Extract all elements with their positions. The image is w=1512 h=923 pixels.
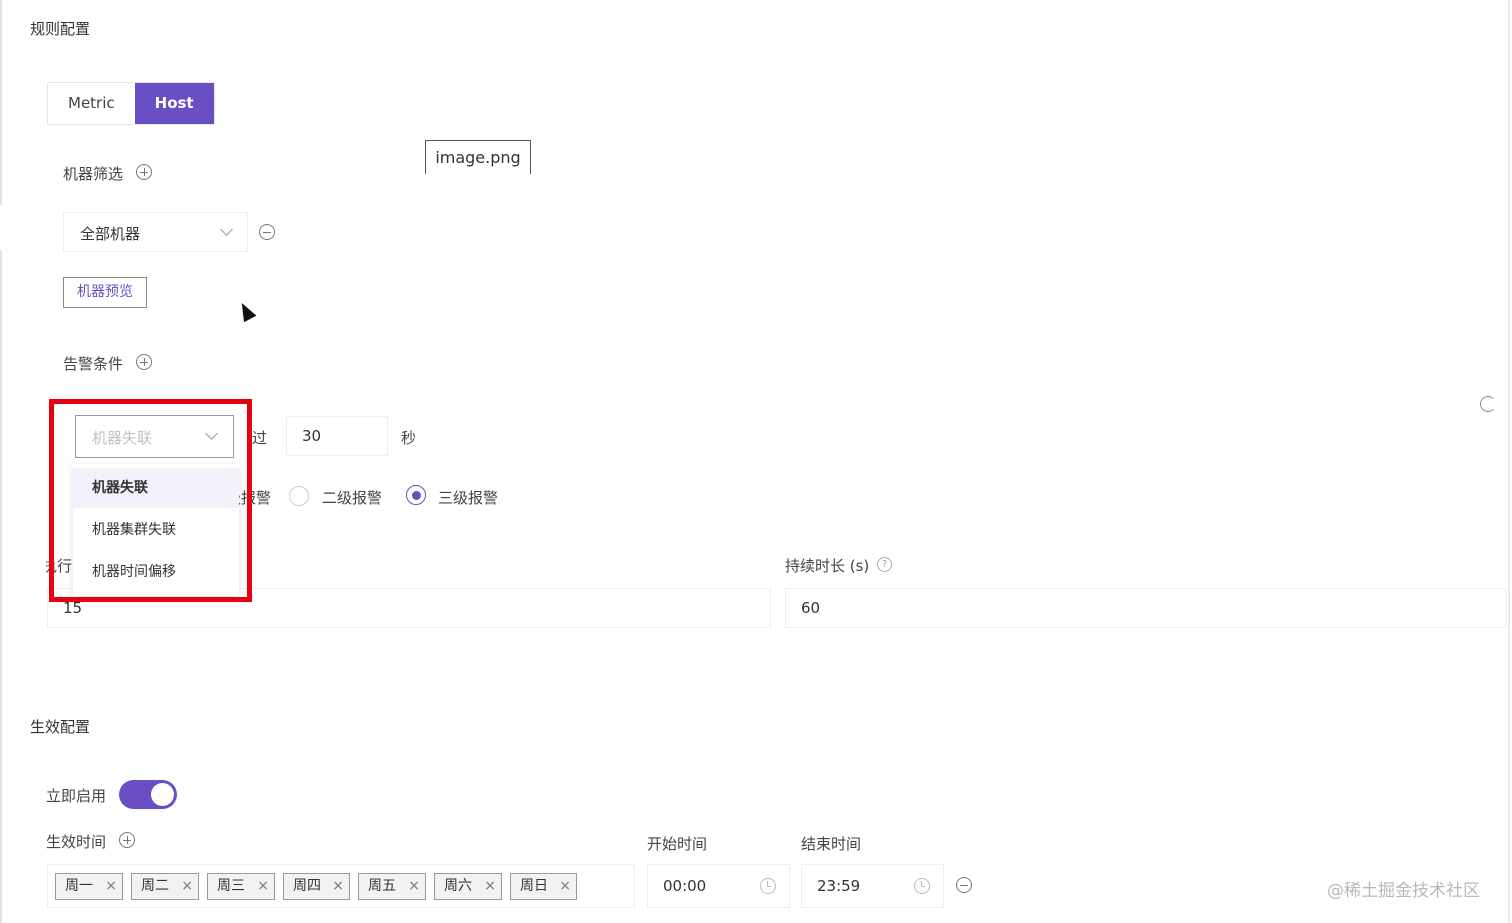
highlight-box: [49, 399, 252, 602]
alert-level-3-label: 三级报警: [438, 489, 499, 507]
remove-filter-icon[interactable]: [259, 224, 275, 240]
weekday-tag-label: 周五: [368, 878, 396, 894]
watermark: @稀土掘金技术社区: [1327, 881, 1480, 901]
question-icon[interactable]: ?: [877, 557, 892, 572]
effective-time-label: 生效时间: [46, 833, 107, 851]
weekday-multiselect[interactable]: 周一 × 周二 × 周三 × 周四 × 周五 × 周六 × 周日 ×: [47, 864, 635, 908]
left-border: [0, 250, 2, 923]
clock-icon: [760, 878, 776, 894]
alert-condition-label: 告警条件: [63, 355, 124, 373]
end-time-label: 结束时间: [801, 835, 862, 853]
type-segmented-control: Metric Host: [47, 82, 215, 125]
close-icon[interactable]: ×: [408, 874, 420, 899]
right-border: [1508, 0, 1510, 923]
exceed-seconds-input[interactable]: 30: [286, 416, 388, 456]
machine-filter-label: 机器筛选: [63, 165, 124, 183]
close-icon[interactable]: ×: [484, 874, 496, 899]
weekday-tag-label: 周三: [217, 878, 245, 894]
alert-level-3-radio[interactable]: [406, 485, 426, 505]
alert-level-2-radio[interactable]: [289, 486, 309, 506]
remove-time-icon[interactable]: [956, 877, 972, 893]
image-tooltip: image.png: [425, 140, 531, 174]
weekday-tag: 周四 ×: [283, 873, 350, 900]
add-filter-icon[interactable]: [136, 164, 152, 180]
machine-scope-value: 全部机器: [80, 225, 141, 243]
start-time-value: 00:00: [663, 877, 707, 895]
weekday-tag: 周三 ×: [207, 873, 275, 900]
weekday-tag: 周六 ×: [434, 873, 502, 900]
left-border: [0, 0, 2, 205]
tab-metric[interactable]: Metric: [48, 83, 135, 124]
effective-config-title: 生效配置: [30, 718, 91, 736]
weekday-tag: 周一 ×: [55, 873, 123, 900]
refresh-icon[interactable]: [1480, 396, 1496, 412]
duration-input[interactable]: 60: [785, 588, 1507, 628]
close-icon[interactable]: ×: [105, 874, 117, 899]
weekday-tag-label: 周六: [444, 878, 472, 894]
duration-label: 持续时长 (s): [785, 557, 870, 575]
start-time-label: 开始时间: [647, 835, 708, 853]
weekday-tag: 周五 ×: [358, 873, 426, 900]
enable-now-toggle[interactable]: [119, 780, 177, 809]
clock-icon: [914, 878, 930, 894]
end-time-picker[interactable]: 23:59: [801, 864, 944, 908]
enable-now-label: 立即启用: [46, 787, 107, 805]
unit-label: 秒: [401, 429, 417, 447]
mouse-cursor-icon: [235, 299, 257, 323]
weekday-tag-label: 周日: [520, 878, 548, 894]
exceed-seconds-value: 30: [302, 427, 322, 445]
weekday-tag-label: 周四: [293, 878, 321, 894]
weekday-tag: 周日 ×: [510, 873, 577, 900]
weekday-tag: 周二 ×: [131, 873, 199, 900]
add-time-icon[interactable]: [119, 832, 135, 848]
machine-scope-select[interactable]: 全部机器: [63, 212, 248, 252]
add-condition-icon[interactable]: [136, 354, 152, 370]
machine-preview-button[interactable]: 机器预览: [63, 277, 147, 308]
weekday-tag-label: 周一: [65, 878, 93, 894]
tab-host[interactable]: Host: [134, 83, 214, 124]
close-icon[interactable]: ×: [332, 874, 344, 899]
alert-level-2-label: 二级报警: [322, 489, 383, 507]
rule-config-title: 规则配置: [30, 20, 91, 38]
chevron-down-icon: [220, 223, 233, 236]
weekday-tag-label: 周二: [141, 878, 169, 894]
close-icon[interactable]: ×: [257, 874, 269, 899]
close-icon[interactable]: ×: [559, 874, 571, 899]
close-icon[interactable]: ×: [181, 874, 193, 899]
end-time-value: 23:59: [817, 877, 861, 895]
duration-value: 60: [801, 599, 821, 617]
start-time-picker[interactable]: 00:00: [647, 864, 790, 908]
